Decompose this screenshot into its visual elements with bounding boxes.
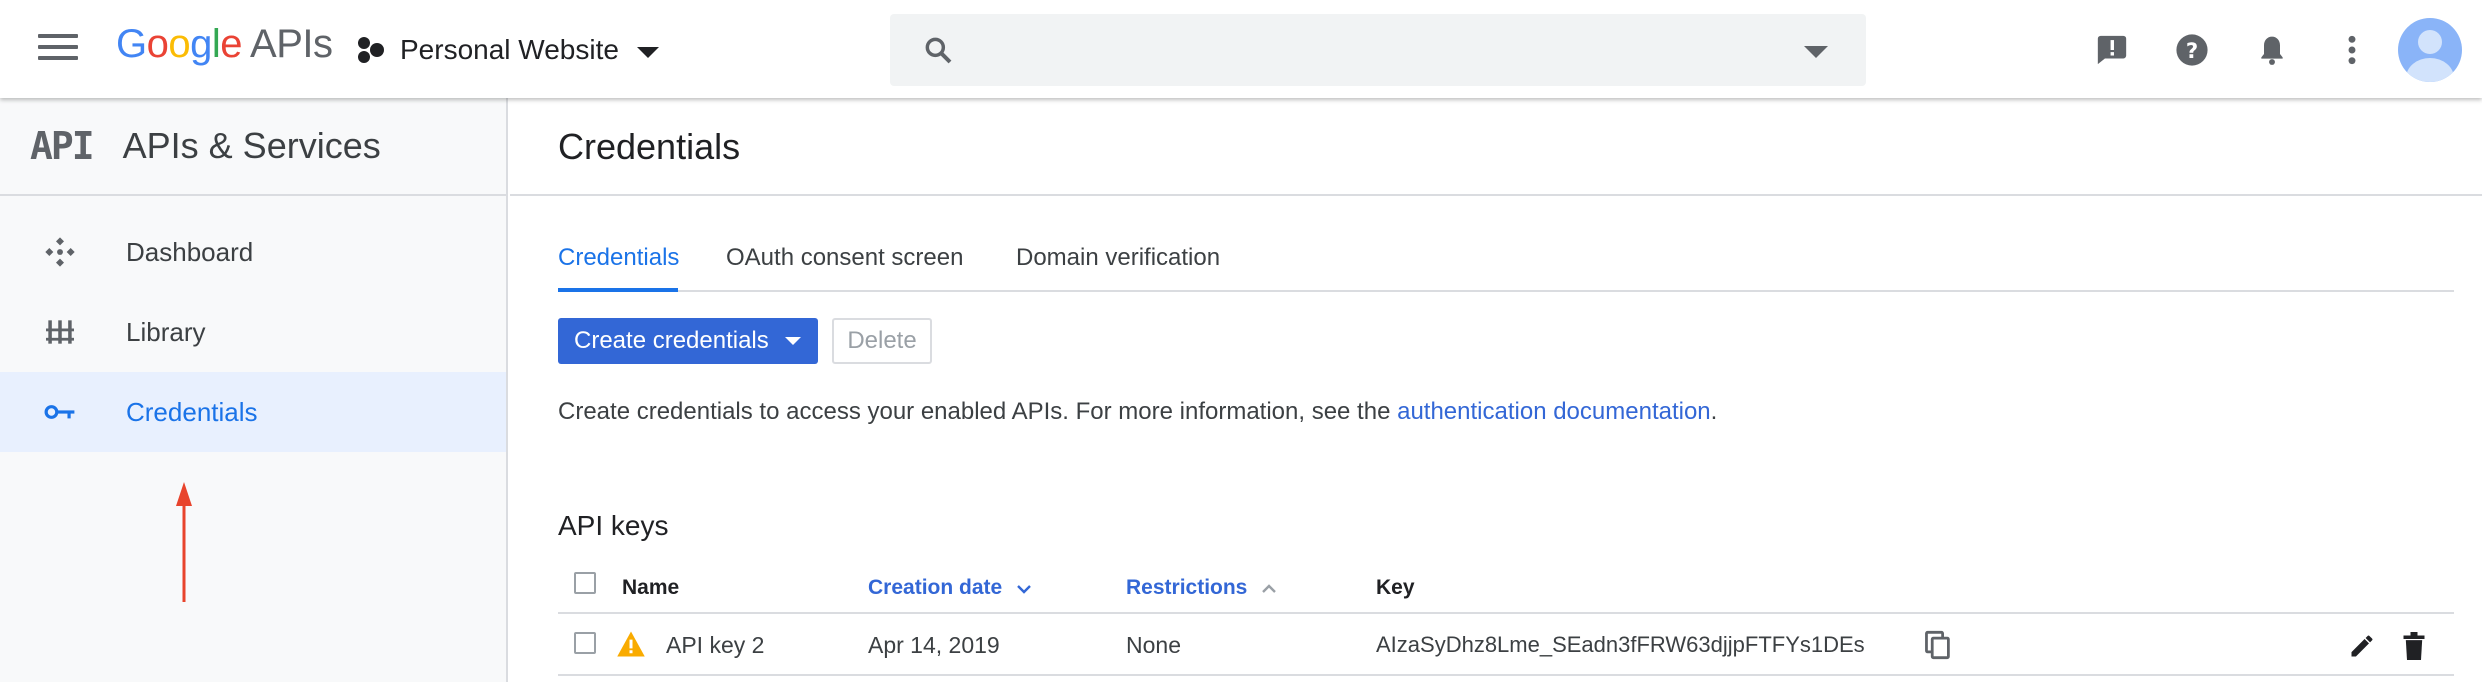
creation-date-cell: Apr 14, 2019	[868, 632, 1000, 658]
sidebar-item-credentials[interactable]: Credentials	[0, 372, 506, 452]
sort-ascending-icon	[1262, 584, 1277, 593]
column-creation-date-label: Creation date	[868, 576, 1003, 599]
sidebar-header: API APIs & Services	[0, 98, 506, 196]
edit-pencil-icon[interactable]	[2348, 632, 2376, 660]
account-avatar[interactable]	[2398, 18, 2462, 82]
create-credentials-button[interactable]: Create credentials	[558, 318, 818, 364]
column-restrictions[interactable]: Restrictions	[1126, 576, 1277, 600]
sidebar-item-label: Credentials	[126, 396, 258, 427]
project-selector[interactable]: Personal Website	[356, 28, 659, 72]
select-all-checkbox[interactable]	[574, 572, 596, 594]
tab-bar: Credentials OAuth consent screen Domain …	[558, 244, 2454, 292]
search-icon	[925, 37, 952, 64]
column-key: Key	[1376, 576, 1415, 599]
delete-trash-icon[interactable]	[2402, 632, 2426, 660]
avatar-head	[2418, 30, 2442, 54]
page-title: Credentials	[558, 126, 741, 167]
chevron-down-icon	[636, 46, 659, 58]
menu-bar	[38, 45, 78, 49]
google-apis-logo[interactable]: Google APIs	[116, 22, 333, 67]
sidebar-item-library[interactable]: Library	[0, 292, 506, 372]
search-options-dropdown-icon[interactable]	[1804, 46, 1828, 58]
tab-credentials[interactable]: Credentials	[558, 244, 679, 292]
row-checkbox[interactable]	[574, 632, 596, 654]
sidebar-item-label: Library	[126, 316, 206, 347]
info-text: Create credentials to access your enable…	[558, 398, 1717, 426]
apis-wordmark: APIs	[250, 22, 333, 66]
sort-descending-icon	[1017, 585, 1031, 594]
svg-text:?: ?	[2186, 39, 2198, 64]
more-vert-icon[interactable]	[2332, 30, 2372, 70]
api-keys-section-title: API keys	[558, 510, 669, 541]
delete-button[interactable]: Delete	[832, 318, 932, 364]
search-input[interactable]	[980, 28, 1760, 72]
sidebar-item-dashboard[interactable]: Dashboard	[0, 212, 506, 292]
project-icon	[356, 35, 386, 65]
menu-bar	[38, 56, 78, 60]
column-restrictions-label: Restrictions	[1126, 576, 1248, 599]
menu-bar	[38, 34, 78, 38]
sidebar-title: APIs & Services	[122, 125, 381, 166]
sidebar: API APIs & Services Dashboard Library Cr…	[0, 98, 508, 682]
key-icon	[44, 398, 76, 426]
copy-icon[interactable]	[1924, 630, 1952, 660]
avatar-body	[2406, 58, 2454, 82]
search-bar[interactable]	[890, 14, 1866, 86]
divider	[510, 194, 2482, 196]
api-key-value: AIzaSyDhz8Lme_SEadn3fFRW63djjpFTFYs1DEs	[1376, 632, 1865, 657]
info-text-body: Create credentials to access your enable…	[558, 398, 1398, 425]
api-key-name-link[interactable]: API key 2	[666, 632, 764, 659]
chevron-down-icon	[784, 337, 801, 345]
column-name: Name	[622, 576, 680, 599]
top-app-bar: Google APIs Personal Website ?	[0, 0, 2482, 98]
help-icon[interactable]: ?	[2172, 30, 2212, 70]
library-icon	[44, 318, 76, 346]
feedback-icon[interactable]	[2092, 30, 2132, 70]
dashboard-icon	[44, 237, 76, 267]
annotation-arrow-icon	[176, 482, 192, 602]
project-name: Personal Website	[400, 34, 619, 65]
main-content: Credentials Credentials OAuth consent sc…	[510, 98, 2482, 682]
info-text-end: .	[1710, 398, 1718, 425]
authentication-documentation-link[interactable]: authentication documentation	[1397, 398, 1711, 425]
create-credentials-label: Create credentials	[574, 327, 769, 354]
tab-oauth-consent-screen[interactable]: OAuth consent screen	[726, 244, 963, 292]
notifications-bell-icon[interactable]	[2252, 30, 2292, 70]
google-wordmark: Google	[116, 22, 243, 66]
column-creation-date[interactable]: Creation date	[868, 576, 1032, 600]
warning-icon	[617, 631, 645, 657]
api-logo-icon: API	[30, 124, 95, 168]
sidebar-item-label: Dashboard	[126, 236, 254, 267]
restrictions-cell: None	[1126, 632, 1181, 658]
tab-domain-verification[interactable]: Domain verification	[1016, 244, 1220, 292]
table-row: API key 2 Apr 14, 2019 None AIzaSyDhz8Lm…	[558, 614, 2454, 676]
table-header: Name Creation date Restrictions Key	[558, 568, 2454, 614]
main-menu-button[interactable]	[38, 34, 78, 64]
